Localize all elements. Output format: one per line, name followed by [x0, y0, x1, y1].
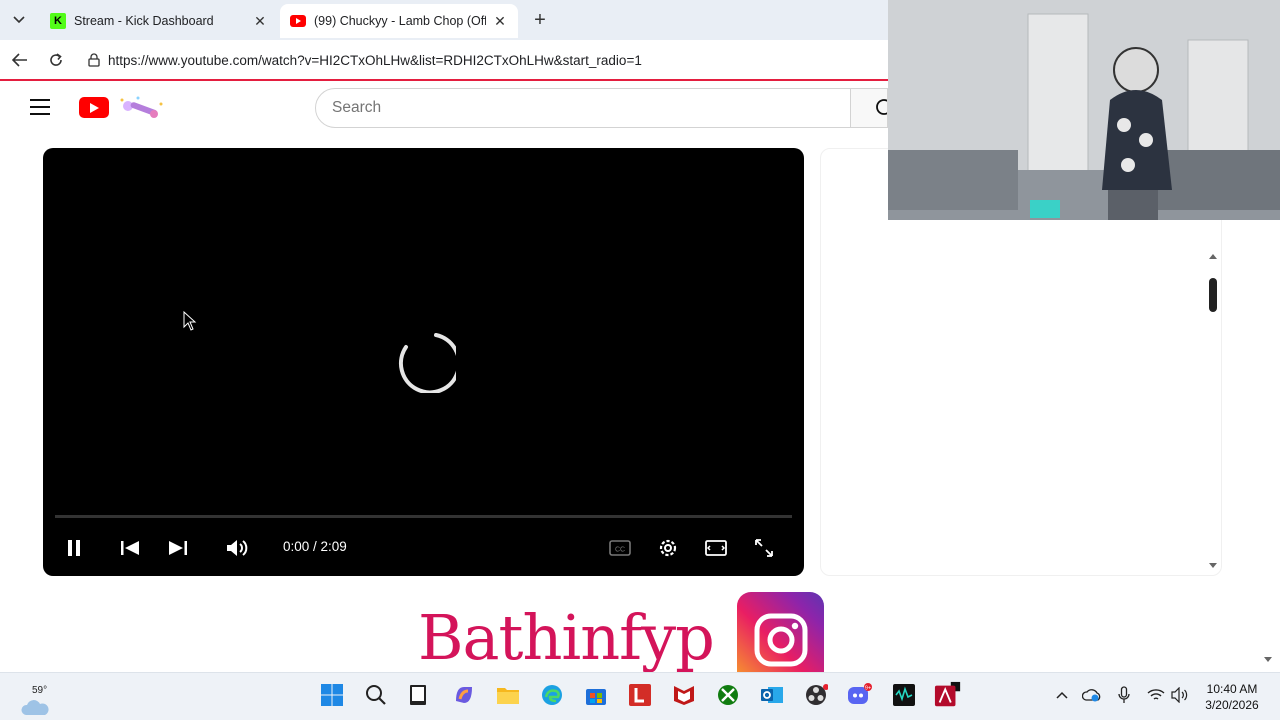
chevron-down-icon	[13, 16, 25, 24]
fullscreen-button[interactable]	[751, 535, 777, 561]
theater-mode-button[interactable]	[703, 535, 729, 561]
side-panel-scrollbar[interactable]	[1209, 278, 1217, 312]
progress-bar[interactable]	[55, 515, 792, 518]
search-icon[interactable]	[362, 681, 390, 709]
loading-indicator	[0, 79, 888, 81]
reload-icon	[50, 53, 62, 66]
lock-icon	[86, 52, 102, 68]
volume-icon	[227, 540, 248, 556]
system-clock[interactable]: 10:40 AM 3/20/2026	[1196, 681, 1268, 713]
scroll-up-icon[interactable]	[1207, 250, 1219, 262]
onedrive-icon[interactable]	[1082, 685, 1102, 705]
tab-list-button[interactable]	[6, 8, 32, 32]
url-field[interactable]: https://www.youtube.com/watch?v=HI2CTxOh…	[76, 46, 888, 74]
next-button[interactable]	[165, 535, 191, 561]
search-icon	[876, 99, 887, 115]
close-tab-icon[interactable]: ✕	[492, 13, 508, 29]
file-explorer-icon[interactable]	[494, 681, 522, 709]
xbox-icon[interactable]	[714, 681, 742, 709]
fullscreen-icon	[755, 539, 773, 557]
microsoft-store-icon[interactable]	[582, 681, 610, 709]
youtube-logo[interactable]	[79, 97, 109, 118]
pause-button[interactable]	[61, 535, 87, 561]
video-player[interactable]: 0:00 / 2:09 CC	[43, 148, 804, 576]
captions-button[interactable]: CC	[607, 535, 633, 561]
tab-kick-dashboard[interactable]: K Stream - Kick Dashboard ✕	[40, 4, 278, 38]
clock-date: 3/20/2026	[1205, 698, 1259, 712]
tab-title: (99) Chuckyy - Lamb Chop (Officia	[314, 14, 486, 28]
file-icon[interactable]	[404, 681, 432, 709]
copilot-icon[interactable]	[450, 681, 478, 709]
theater-mode-icon	[705, 540, 727, 556]
gear-icon	[659, 539, 677, 557]
weather-widget[interactable]: 59°	[18, 677, 52, 717]
reload-button[interactable]	[44, 48, 68, 72]
search-input[interactable]: Search	[315, 88, 851, 128]
edge-icon[interactable]	[538, 681, 566, 709]
taskbar: 59° 9+ 10:40 AM 3/20/2026	[0, 672, 1280, 720]
new-tab-button[interactable]: +	[528, 8, 552, 32]
tab-youtube[interactable]: (99) Chuckyy - Lamb Chop (Officia ✕	[280, 4, 518, 38]
adobe-icon[interactable]	[934, 681, 962, 709]
microphone-icon[interactable]	[1114, 685, 1134, 705]
skip-previous-icon	[121, 541, 139, 555]
brand-overlay-text: Bathinfyp	[418, 601, 715, 674]
close-tab-icon[interactable]: ✕	[252, 13, 268, 29]
youtube-icon	[290, 13, 306, 29]
weather-temp: 59°	[32, 685, 48, 696]
obs-icon[interactable]	[802, 681, 830, 709]
previous-button[interactable]	[117, 535, 143, 561]
youtube-doodle-icon[interactable]	[114, 94, 168, 122]
scroll-down-icon[interactable]	[1262, 654, 1274, 666]
show-hidden-icons-button[interactable]	[1052, 685, 1072, 705]
time-display: 0:00 / 2:09	[283, 539, 347, 554]
search-button[interactable]	[851, 88, 888, 128]
menu-icon[interactable]	[30, 99, 50, 115]
arrow-left-icon	[12, 53, 27, 67]
settings-button[interactable]	[655, 535, 681, 561]
url-text: https://www.youtube.com/watch?v=HI2CTxOh…	[108, 52, 642, 68]
pause-icon	[68, 540, 80, 556]
search-placeholder: Search	[332, 99, 382, 116]
mcafee-icon[interactable]	[670, 681, 698, 709]
notification-badge: 9+	[865, 686, 871, 692]
lastpass-icon[interactable]	[626, 681, 654, 709]
skip-next-icon	[169, 541, 187, 555]
kick-icon: K	[50, 13, 66, 29]
loading-spinner-icon	[398, 333, 456, 393]
youtube-header: Search	[0, 82, 888, 134]
discord-icon[interactable]: 9+	[846, 681, 874, 709]
tab-title: Stream - Kick Dashboard	[74, 14, 214, 28]
windows-start-icon[interactable]	[318, 681, 346, 709]
audio-app-icon[interactable]	[890, 681, 918, 709]
speaker-icon[interactable]	[1170, 685, 1190, 705]
mouse-cursor-icon	[183, 311, 197, 331]
wifi-icon[interactable]	[1146, 685, 1166, 705]
cloud-icon	[21, 700, 49, 715]
webcam-feed-image	[888, 0, 1280, 220]
svg-text:CC: CC	[615, 547, 625, 554]
clock-time: 10:40 AM	[1206, 682, 1258, 696]
captions-icon: CC	[609, 540, 631, 556]
back-button[interactable]	[8, 48, 32, 72]
outlook-icon[interactable]	[758, 681, 786, 709]
volume-button[interactable]	[225, 535, 251, 561]
webcam-overlay	[888, 0, 1280, 220]
scroll-down-icon[interactable]	[1207, 560, 1219, 572]
